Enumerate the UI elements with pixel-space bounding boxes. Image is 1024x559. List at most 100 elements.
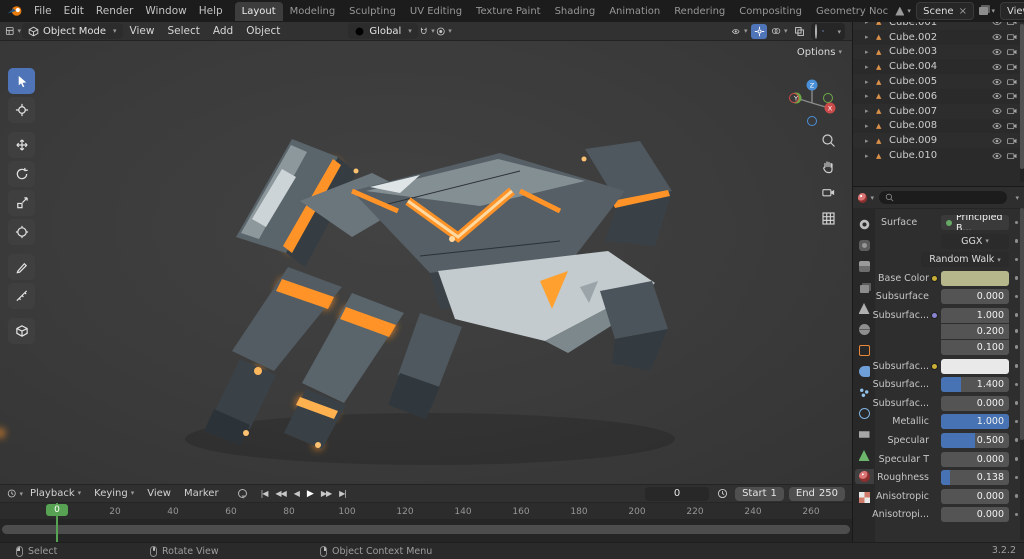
zoom-icon[interactable] (821, 133, 836, 151)
decorator-dot[interactable] (1014, 220, 1018, 224)
tab-shading[interactable]: Shading (548, 2, 603, 21)
play-reverse-button[interactable]: ◀ (291, 487, 302, 500)
unlink-scene-icon[interactable] (959, 6, 967, 17)
menu-window[interactable]: Window (139, 3, 192, 19)
decorator-dot[interactable] (1014, 494, 1018, 498)
tab-tool[interactable] (855, 217, 874, 232)
distribution-dropdown[interactable]: GGX (941, 233, 1009, 249)
radius-z-field[interactable]: 0.100 (941, 339, 1009, 355)
object-name[interactable]: Cube.001 (889, 22, 989, 28)
annotate-tool[interactable] (8, 254, 35, 280)
tab-object[interactable] (855, 343, 874, 358)
base-color-swatch[interactable] (941, 270, 1009, 286)
navigation-gizmo[interactable]: Z Y X (784, 75, 840, 131)
gizmo-z-label[interactable]: Z (810, 82, 815, 90)
pan-hand-icon[interactable] (821, 159, 836, 177)
object-name[interactable]: Cube.010 (889, 150, 989, 161)
hide-eye-icon[interactable] (989, 105, 1004, 117)
properties-filter-icon[interactable] (1012, 191, 1019, 204)
disable-render-icon[interactable] (1004, 61, 1019, 73)
outliner-row[interactable]: Cube.003 (853, 44, 1024, 60)
snap-magnet-icon[interactable] (419, 24, 435, 39)
tab-output[interactable] (855, 259, 874, 274)
timeline-scrollbar[interactable] (2, 525, 850, 534)
object-name[interactable]: Cube.006 (889, 91, 989, 102)
expand-arrow-icon[interactable] (865, 22, 876, 26)
specular-tint-field[interactable]: 0.000 (941, 451, 1009, 467)
tab-uv-editing[interactable]: UV Editing (403, 2, 469, 21)
object-menu[interactable]: Object (240, 23, 286, 39)
scene-browse-icon[interactable] (895, 4, 911, 19)
hide-eye-icon[interactable] (989, 61, 1004, 73)
disable-render-icon[interactable] (1004, 90, 1019, 102)
object-name[interactable]: Cube.007 (889, 106, 989, 117)
subsurface-color-swatch[interactable] (941, 358, 1009, 374)
outliner-row[interactable]: Cube.007 (853, 103, 1024, 119)
tab-compositing[interactable]: Compositing (732, 2, 809, 21)
cursor-tool[interactable] (8, 97, 35, 123)
menu-file[interactable]: File (28, 3, 58, 19)
options-dropdown[interactable]: Options (797, 47, 842, 58)
disable-render-icon[interactable] (1004, 22, 1019, 28)
disable-render-icon[interactable] (1004, 31, 1019, 43)
orientation-dropdown[interactable]: Global (348, 23, 418, 39)
hide-eye-icon[interactable] (989, 22, 1004, 28)
radius-y-field[interactable]: 0.200 (941, 323, 1009, 339)
expand-arrow-icon[interactable] (865, 63, 876, 71)
decorator-dot[interactable] (1014, 345, 1018, 349)
proportional-edit-icon[interactable] (436, 24, 452, 39)
ortho-grid-icon[interactable] (821, 211, 836, 229)
decorator-dot[interactable] (1014, 457, 1018, 461)
object-name[interactable]: Cube.002 (889, 32, 989, 43)
decorator-dot[interactable] (1014, 313, 1018, 317)
editor-type-icon[interactable] (5, 24, 21, 39)
disable-render-icon[interactable] (1004, 105, 1019, 117)
anisotropic-rotation-field[interactable]: 0.000 (941, 507, 1009, 523)
outliner-row[interactable]: Cube.002 (853, 30, 1024, 45)
hide-eye-icon[interactable] (989, 31, 1004, 43)
rotate-tool[interactable] (8, 161, 35, 187)
scale-tool[interactable] (8, 190, 35, 216)
decorator-dot[interactable] (1014, 294, 1018, 299)
hide-eye-icon[interactable] (989, 76, 1004, 88)
decorator-dot[interactable] (1014, 419, 1018, 424)
blender-logo-icon[interactable] (7, 4, 23, 18)
viewlayer-selector[interactable]: ViewLayer (999, 2, 1024, 20)
outliner-row[interactable]: Cube.010 (853, 148, 1024, 163)
shading-wireframe-icon[interactable] (815, 23, 818, 39)
decorator-dot[interactable] (1014, 401, 1018, 405)
jump-to-end-button[interactable]: ▶| (336, 487, 349, 500)
tab-texture-paint[interactable]: Texture Paint (469, 2, 548, 21)
camera-view-icon[interactable] (821, 185, 836, 203)
hide-eye-icon[interactable] (989, 90, 1004, 102)
select-box-tool[interactable] (8, 68, 35, 94)
outliner-row[interactable]: Cube.008 (853, 119, 1024, 134)
menu-edit[interactable]: Edit (58, 3, 90, 19)
prev-keyframe-button[interactable]: ◀◀ (272, 487, 288, 500)
add-cube-tool[interactable] (8, 318, 35, 344)
anisotropic-field[interactable]: 0.000 (941, 488, 1009, 504)
tab-animation[interactable]: Animation (602, 2, 667, 21)
shading-rendered-icon[interactable] (834, 25, 841, 38)
hide-eye-icon[interactable] (989, 46, 1004, 58)
object-name[interactable]: Cube.009 (889, 135, 989, 146)
auto-keying-toggle[interactable] (237, 489, 247, 498)
disable-render-icon[interactable] (1004, 76, 1019, 88)
jump-to-start-button[interactable]: |◀ (258, 487, 271, 500)
tab-world[interactable] (855, 322, 874, 337)
subsurface-ior-field[interactable]: 1.400 (941, 377, 1009, 393)
add-menu[interactable]: Add (207, 23, 239, 39)
measure-tool[interactable] (8, 283, 35, 309)
decorator-dot[interactable] (1014, 329, 1018, 333)
timeline-track[interactable] (0, 519, 852, 542)
viewport-canvas[interactable]: Options ▾ Z Y X (0, 41, 852, 484)
timeline-view-menu[interactable]: View (141, 487, 177, 500)
disable-render-icon[interactable] (1004, 150, 1019, 162)
disable-render-icon[interactable] (1004, 46, 1019, 58)
shading-solid-icon[interactable] (822, 30, 825, 32)
current-frame-field[interactable]: 0 (645, 486, 710, 501)
viewlayer-browse-icon[interactable] (978, 4, 995, 19)
tab-sculpting[interactable]: Sculpting (342, 2, 403, 21)
timeline-editor-icon[interactable] (7, 486, 23, 501)
decorator-dot[interactable] (1014, 475, 1018, 480)
